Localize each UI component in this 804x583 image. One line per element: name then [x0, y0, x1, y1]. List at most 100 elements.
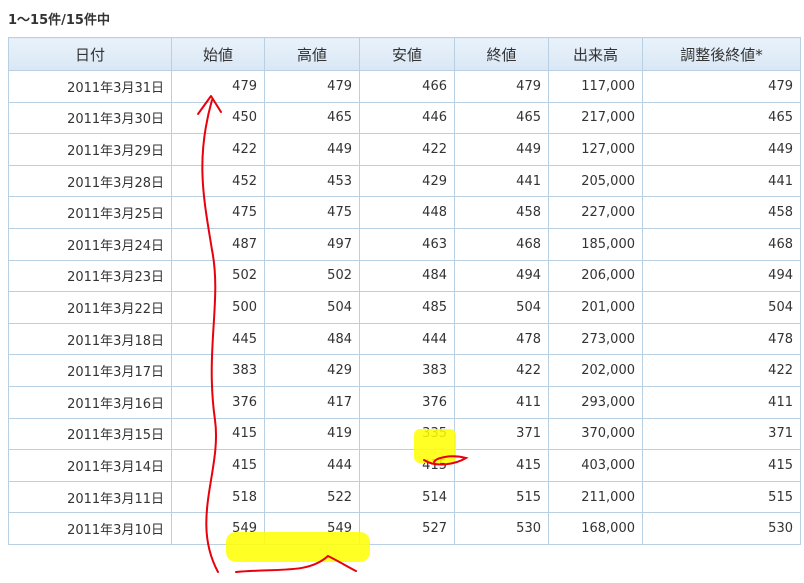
cell-low: 484 [359, 259, 455, 293]
cell-low: 422 [359, 133, 455, 166]
cell-date: 2011年3月15日 [8, 417, 172, 451]
cell-low: 466 [359, 70, 455, 103]
cell-open: 479 [171, 70, 265, 103]
table-row: 2011年3月14日 415 444 415 415 403,000 415 [8, 449, 801, 482]
cell-volume: 202,000 [548, 354, 643, 387]
result-count: 1〜15件/15件中 [8, 13, 110, 28]
cell-adj-close: 504 [642, 291, 801, 324]
cell-adj-close: 478 [642, 322, 801, 356]
cell-adj-close: 465 [642, 101, 801, 135]
cell-adj-close: 530 [642, 512, 801, 545]
cell-date: 2011年3月25日 [8, 196, 172, 229]
cell-open: 487 [171, 227, 265, 261]
col-header-volume: 出来高 [548, 37, 643, 71]
cell-adj-close: 515 [642, 480, 801, 514]
cell-close: 515 [454, 480, 549, 514]
cell-volume: 205,000 [548, 164, 643, 198]
table-row: 2011年3月22日 500 504 485 504 201,000 504 [8, 291, 801, 324]
cell-high: 502 [264, 259, 360, 293]
col-header-low: 安値 [359, 37, 455, 71]
cell-date: 2011年3月24日 [8, 227, 172, 261]
cell-open: 376 [171, 385, 265, 419]
col-header-date: 日付 [8, 37, 172, 71]
cell-date: 2011年3月28日 [8, 164, 172, 198]
table-header-row: 日付 始値 高値 安値 終値 出来高 調整後終値* [8, 37, 801, 71]
cell-volume: 185,000 [548, 227, 643, 261]
cell-high: 453 [264, 164, 360, 198]
cell-low: 485 [359, 291, 455, 324]
cell-date: 2011年3月22日 [8, 291, 172, 324]
cell-close: 468 [454, 227, 549, 261]
cell-adj-close: 415 [642, 449, 801, 482]
cell-adj-close: 458 [642, 196, 801, 229]
col-header-close: 終値 [454, 37, 549, 71]
cell-close: 479 [454, 70, 549, 103]
cell-volume: 403,000 [548, 449, 643, 482]
table-row: 2011年3月28日 452 453 429 441 205,000 441 [8, 164, 801, 198]
table-row: 2011年3月29日 422 449 422 449 127,000 449 [8, 133, 801, 166]
cell-date: 2011年3月16日 [8, 385, 172, 419]
cell-volume: 217,000 [548, 101, 643, 135]
cell-adj-close: 371 [642, 417, 801, 451]
cell-open: 415 [171, 417, 265, 451]
cell-high: 419 [264, 417, 360, 451]
cell-low: 335 [359, 417, 455, 451]
col-header-adj-close: 調整後終値* [642, 37, 801, 71]
cell-volume: 370,000 [548, 417, 643, 451]
cell-close: 494 [454, 259, 549, 293]
cell-date: 2011年3月10日 [8, 512, 172, 545]
cell-high: 522 [264, 480, 360, 514]
cell-close: 465 [454, 101, 549, 135]
cell-low: 429 [359, 164, 455, 198]
table-row: 2011年3月25日 475 475 448 458 227,000 458 [8, 196, 801, 229]
cell-open: 422 [171, 133, 265, 166]
cell-open: 502 [171, 259, 265, 293]
cell-close: 449 [454, 133, 549, 166]
cell-open: 452 [171, 164, 265, 198]
cell-close: 530 [454, 512, 549, 545]
cell-low: 527 [359, 512, 455, 545]
cell-adj-close: 468 [642, 227, 801, 261]
cell-volume: 211,000 [548, 480, 643, 514]
cell-date: 2011年3月29日 [8, 133, 172, 166]
cell-low: 415 [359, 449, 455, 482]
table-row: 2011年3月11日 518 522 514 515 211,000 515 [8, 480, 801, 514]
table-row: 2011年3月23日 502 502 484 494 206,000 494 [8, 259, 801, 293]
table-row: 2011年3月17日 383 429 383 422 202,000 422 [8, 354, 801, 387]
cell-high: 475 [264, 196, 360, 229]
cell-open: 475 [171, 196, 265, 229]
cell-close: 458 [454, 196, 549, 229]
cell-low: 376 [359, 385, 455, 419]
cell-date: 2011年3月30日 [8, 101, 172, 135]
cell-volume: 201,000 [548, 291, 643, 324]
table-row: 2011年3月30日 450 465 446 465 217,000 465 [8, 101, 801, 135]
cell-volume: 206,000 [548, 259, 643, 293]
cell-adj-close: 441 [642, 164, 801, 198]
cell-high: 429 [264, 354, 360, 387]
cell-close: 371 [454, 417, 549, 451]
cell-low: 383 [359, 354, 455, 387]
cell-date: 2011年3月11日 [8, 480, 172, 514]
col-header-high: 高値 [264, 37, 360, 71]
cell-date: 2011年3月31日 [8, 70, 172, 103]
cell-open: 383 [171, 354, 265, 387]
cell-adj-close: 449 [642, 133, 801, 166]
cell-high: 449 [264, 133, 360, 166]
cell-open: 500 [171, 291, 265, 324]
cell-high: 504 [264, 291, 360, 324]
table-row: 2011年3月16日 376 417 376 411 293,000 411 [8, 385, 801, 419]
cell-volume: 127,000 [548, 133, 643, 166]
cell-volume: 293,000 [548, 385, 643, 419]
cell-date: 2011年3月17日 [8, 354, 172, 387]
cell-high: 444 [264, 449, 360, 482]
cell-close: 478 [454, 322, 549, 356]
cell-low: 448 [359, 196, 455, 229]
table-row: 2011年3月24日 487 497 463 468 185,000 468 [8, 227, 801, 261]
cell-open: 518 [171, 480, 265, 514]
cell-high: 479 [264, 70, 360, 103]
price-history-table: 日付 始値 高値 安値 終値 出来高 調整後終値* 2011年3月31日 479 4… [8, 37, 801, 545]
cell-high: 417 [264, 385, 360, 419]
table-row: 2011年3月31日 479 479 466 479 117,000 479 [8, 70, 801, 103]
cell-open: 450 [171, 101, 265, 135]
cell-low: 463 [359, 227, 455, 261]
